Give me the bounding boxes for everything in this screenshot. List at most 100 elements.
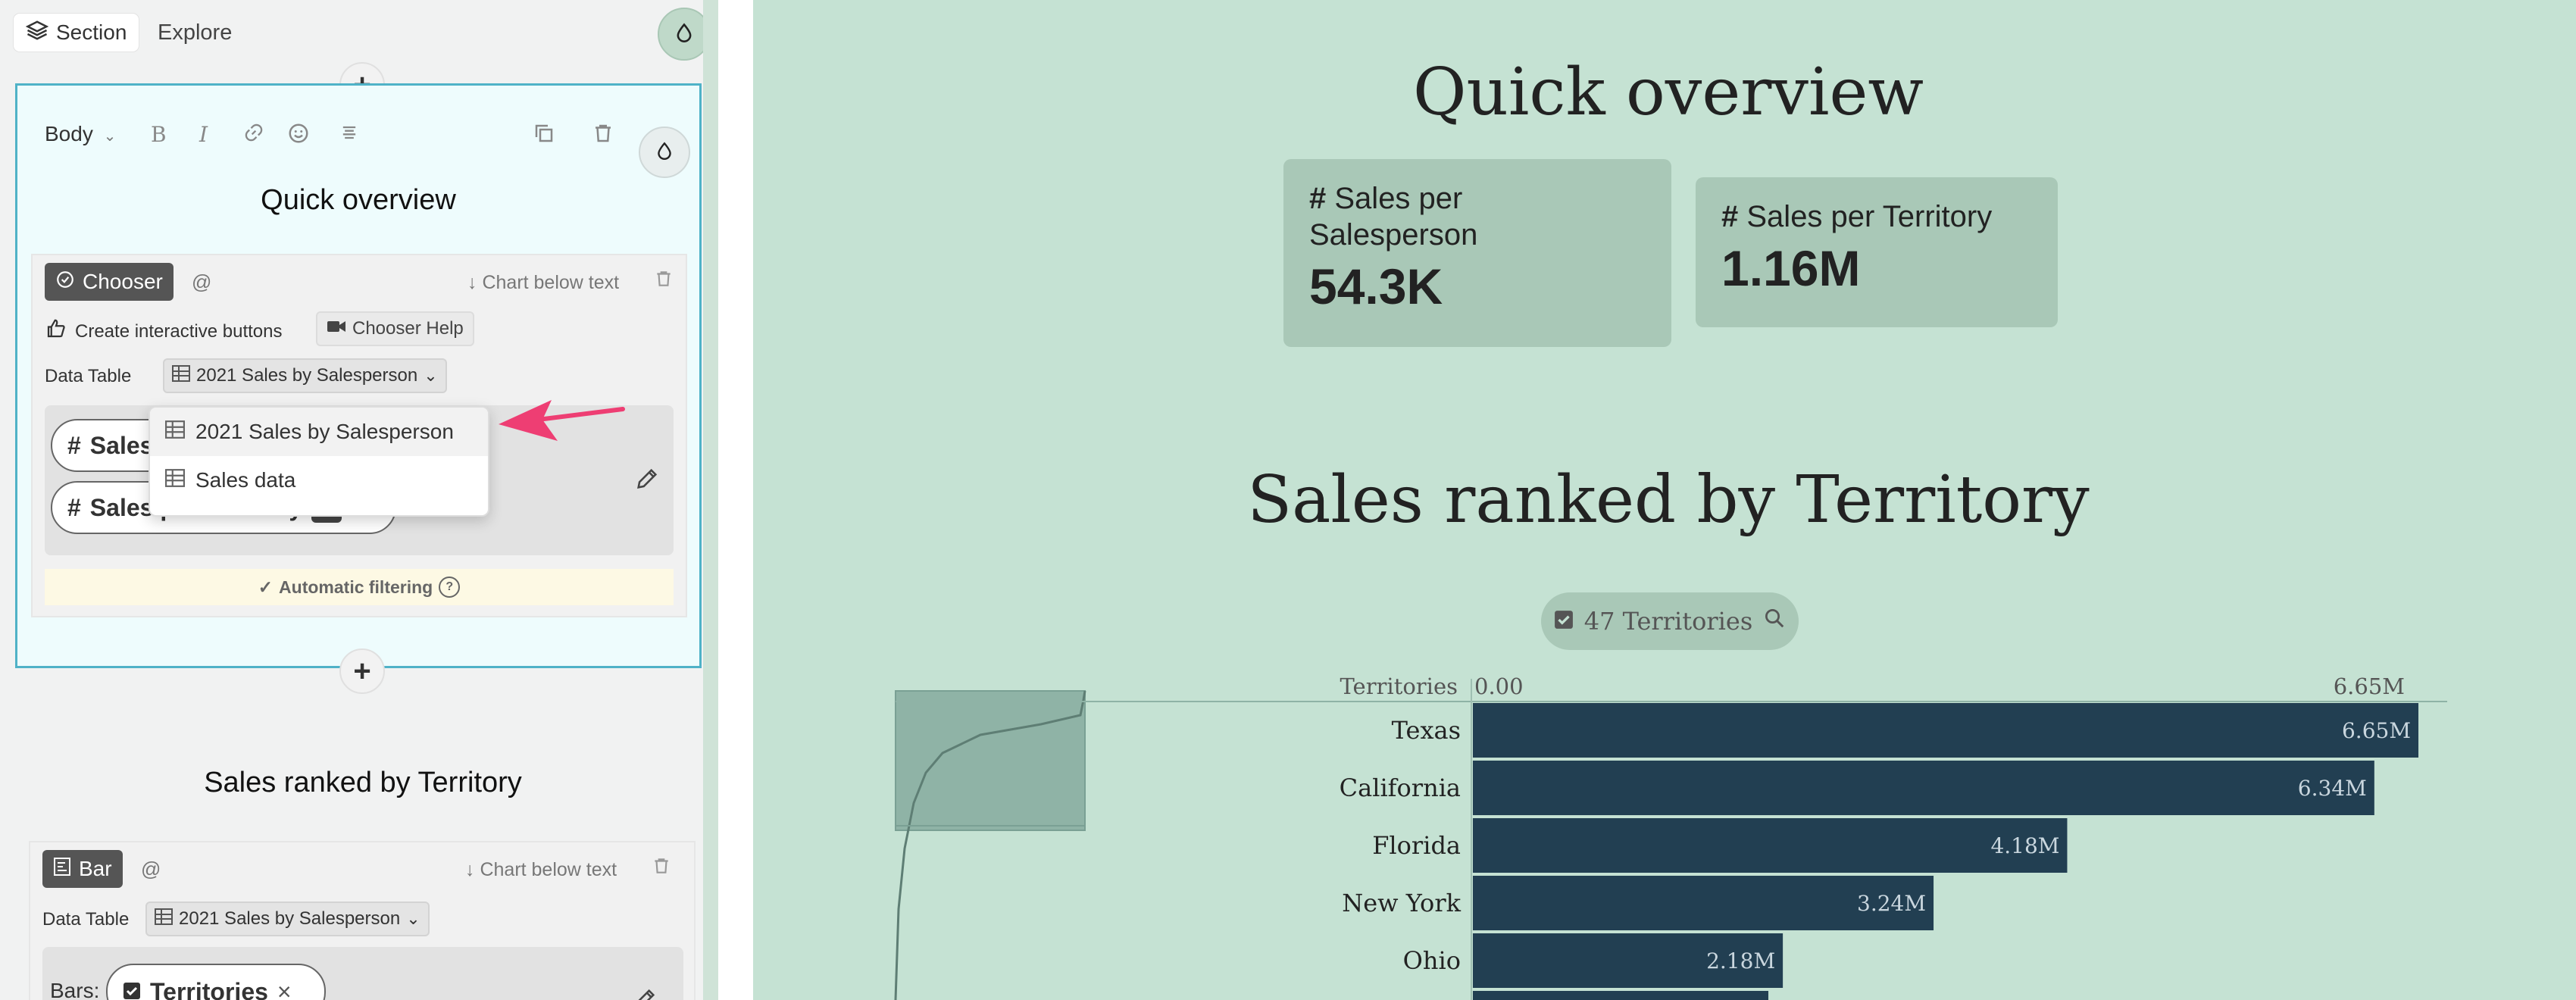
editor-panel: Section Explore + Body ⌄ B I bbox=[0, 0, 726, 1000]
trash-icon[interactable] bbox=[654, 269, 674, 294]
duplicate-icon[interactable] bbox=[533, 122, 555, 150]
link-icon[interactable] bbox=[243, 122, 264, 148]
align-icon[interactable] bbox=[339, 122, 360, 148]
table-icon bbox=[165, 420, 185, 444]
tab-section[interactable]: Section bbox=[14, 14, 139, 52]
automatic-filtering-label: Automatic filtering bbox=[279, 577, 433, 597]
droplet-icon bbox=[674, 22, 695, 47]
value-label: 4.18M bbox=[1990, 833, 2059, 858]
help-icon[interactable]: ? bbox=[439, 577, 461, 598]
automatic-filtering-toggle[interactable]: ✓ Automatic filtering ? bbox=[45, 569, 674, 605]
block-heading[interactable]: Quick overview bbox=[17, 184, 699, 217]
data-table-value: 2021 Sales by Salesperson bbox=[196, 365, 418, 386]
text-toolbar: Body ⌄ B I bbox=[17, 101, 699, 178]
plus-icon: + bbox=[353, 654, 371, 688]
data-table-dropdown: 2021 Sales by Salesperson Sales data bbox=[148, 406, 489, 517]
check-icon: ✓ bbox=[258, 577, 274, 597]
dropdown-option-label: 2021 Sales by Salesperson bbox=[195, 420, 454, 443]
dropdown-option[interactable]: 2021 Sales by Salesperson bbox=[150, 408, 488, 456]
video-icon bbox=[327, 318, 346, 339]
bar-badge-label: Bar bbox=[79, 857, 112, 880]
edit-icon[interactable] bbox=[634, 466, 660, 495]
create-buttons-label: Create interactive buttons bbox=[75, 320, 283, 342]
dropdown-option-label: Sales data bbox=[195, 468, 296, 492]
data-table-label: Data Table bbox=[45, 366, 132, 386]
category-label: Florida bbox=[1372, 831, 1461, 860]
bar-card: Bar @ ↓ Chart below text Data Table 2021… bbox=[29, 841, 696, 1000]
trash-icon[interactable] bbox=[592, 122, 614, 150]
block-style-button[interactable] bbox=[639, 127, 690, 178]
bar-next-partial[interactable] bbox=[1473, 991, 1768, 1000]
checkbox-icon bbox=[123, 978, 141, 1000]
chart-position-select[interactable]: ↓ Chart below text bbox=[467, 272, 619, 294]
chevron-down-icon: ⌄ bbox=[103, 128, 117, 145]
trash-icon[interactable] bbox=[652, 856, 671, 881]
bars-field-pill[interactable]: Territories × bbox=[106, 964, 326, 1000]
table-icon bbox=[165, 468, 185, 492]
bar-california[interactable] bbox=[1473, 761, 2374, 815]
chooser-icon bbox=[55, 270, 75, 295]
panel-divider[interactable] bbox=[718, 0, 753, 1000]
value-label: 6.65M bbox=[2342, 718, 2411, 743]
chart-position-select[interactable]: ↓ Chart below text bbox=[465, 859, 617, 881]
category-label: California bbox=[1340, 773, 1461, 802]
y-axis-label: Territories bbox=[1340, 673, 1458, 699]
bar-chart-icon bbox=[53, 857, 71, 882]
bar-florida[interactable] bbox=[1473, 818, 2068, 873]
bold-icon[interactable]: B bbox=[151, 122, 167, 147]
create-buttons-link[interactable]: Create interactive buttons bbox=[45, 317, 282, 345]
arrow-down-icon: ↓ bbox=[467, 272, 483, 293]
remove-icon[interactable]: × bbox=[277, 978, 292, 1000]
category-label: Ohio bbox=[1403, 946, 1461, 975]
chooser-badge[interactable]: Chooser bbox=[45, 263, 174, 301]
tab-explore-label: Explore bbox=[158, 20, 233, 45]
selected-text-block[interactable]: Body ⌄ B I Quick overview Chooser @ ↓ Ch… bbox=[15, 83, 702, 668]
hash-icon: # bbox=[67, 431, 81, 459]
chooser-item-label: Sales bbox=[89, 431, 154, 459]
table-icon bbox=[155, 908, 173, 930]
arrow-down-icon: ↓ bbox=[465, 859, 480, 880]
emoji-icon[interactable] bbox=[287, 122, 310, 150]
pointer-arrow-icon bbox=[499, 400, 625, 441]
data-table-select[interactable]: 2021 Sales by Salesperson ⌄ bbox=[163, 358, 447, 393]
category-label: New York bbox=[1342, 889, 1461, 917]
preview-canvas: Quick overview # Sales per Salesperson 5… bbox=[753, 0, 2576, 1000]
mention-button[interactable]: @ bbox=[192, 270, 211, 294]
bar-chart: Territories 0.00 6.65M Texas 6.65M Califor… bbox=[894, 673, 2447, 1000]
bar-texas[interactable] bbox=[1473, 703, 2418, 758]
data-table-label: Data Table bbox=[42, 909, 130, 930]
tab-explore[interactable]: Explore bbox=[158, 14, 232, 52]
chooser-badge-label: Chooser bbox=[83, 270, 163, 293]
table-icon bbox=[172, 364, 190, 387]
droplet-icon bbox=[655, 141, 674, 164]
chooser-help-button[interactable]: Chooser Help bbox=[316, 311, 474, 346]
category-label: Texas bbox=[1392, 716, 1461, 745]
text-style-label: Body bbox=[45, 122, 93, 145]
chooser-help-label: Chooser Help bbox=[352, 318, 464, 339]
block-heading[interactable]: Sales ranked by Territory bbox=[0, 767, 726, 799]
chevron-down-icon: ⌄ bbox=[424, 366, 438, 385]
add-block-below-button[interactable]: + bbox=[339, 648, 385, 694]
chart-position-label: Chart below text bbox=[480, 859, 617, 880]
bars-label: Bars: bbox=[50, 979, 100, 1000]
bars-group: Texas 6.65M California 6.34M Florida 4.18M New… bbox=[1340, 703, 2418, 1000]
layers-icon bbox=[25, 19, 49, 47]
x-tick-label: 6.65M bbox=[2334, 673, 2405, 699]
tab-section-label: Section bbox=[56, 20, 127, 44]
data-table-value: 2021 Sales by Salesperson bbox=[179, 908, 401, 929]
data-table-select[interactable]: 2021 Sales by Salesperson ⌄ bbox=[145, 902, 430, 936]
hash-icon: # bbox=[67, 493, 81, 521]
italic-icon[interactable]: I bbox=[199, 122, 208, 147]
text-style-select[interactable]: Body ⌄ bbox=[45, 122, 116, 146]
panel-scrollbar[interactable] bbox=[703, 0, 718, 1000]
edit-icon[interactable] bbox=[632, 986, 658, 1000]
dropdown-option[interactable]: Sales data bbox=[150, 456, 488, 505]
mention-button[interactable]: @ bbox=[141, 858, 161, 881]
value-label: 3.24M bbox=[1857, 891, 1926, 916]
bars-area: Bars: Territories × bbox=[42, 947, 683, 1000]
chart-overview-minimap[interactable] bbox=[894, 690, 1086, 1000]
chart-position-label: Chart below text bbox=[482, 272, 620, 293]
value-label: 2.18M bbox=[1706, 948, 1775, 973]
x-tick-label: 0.00 bbox=[1474, 673, 1524, 699]
bar-badge[interactable]: Bar bbox=[42, 850, 123, 888]
